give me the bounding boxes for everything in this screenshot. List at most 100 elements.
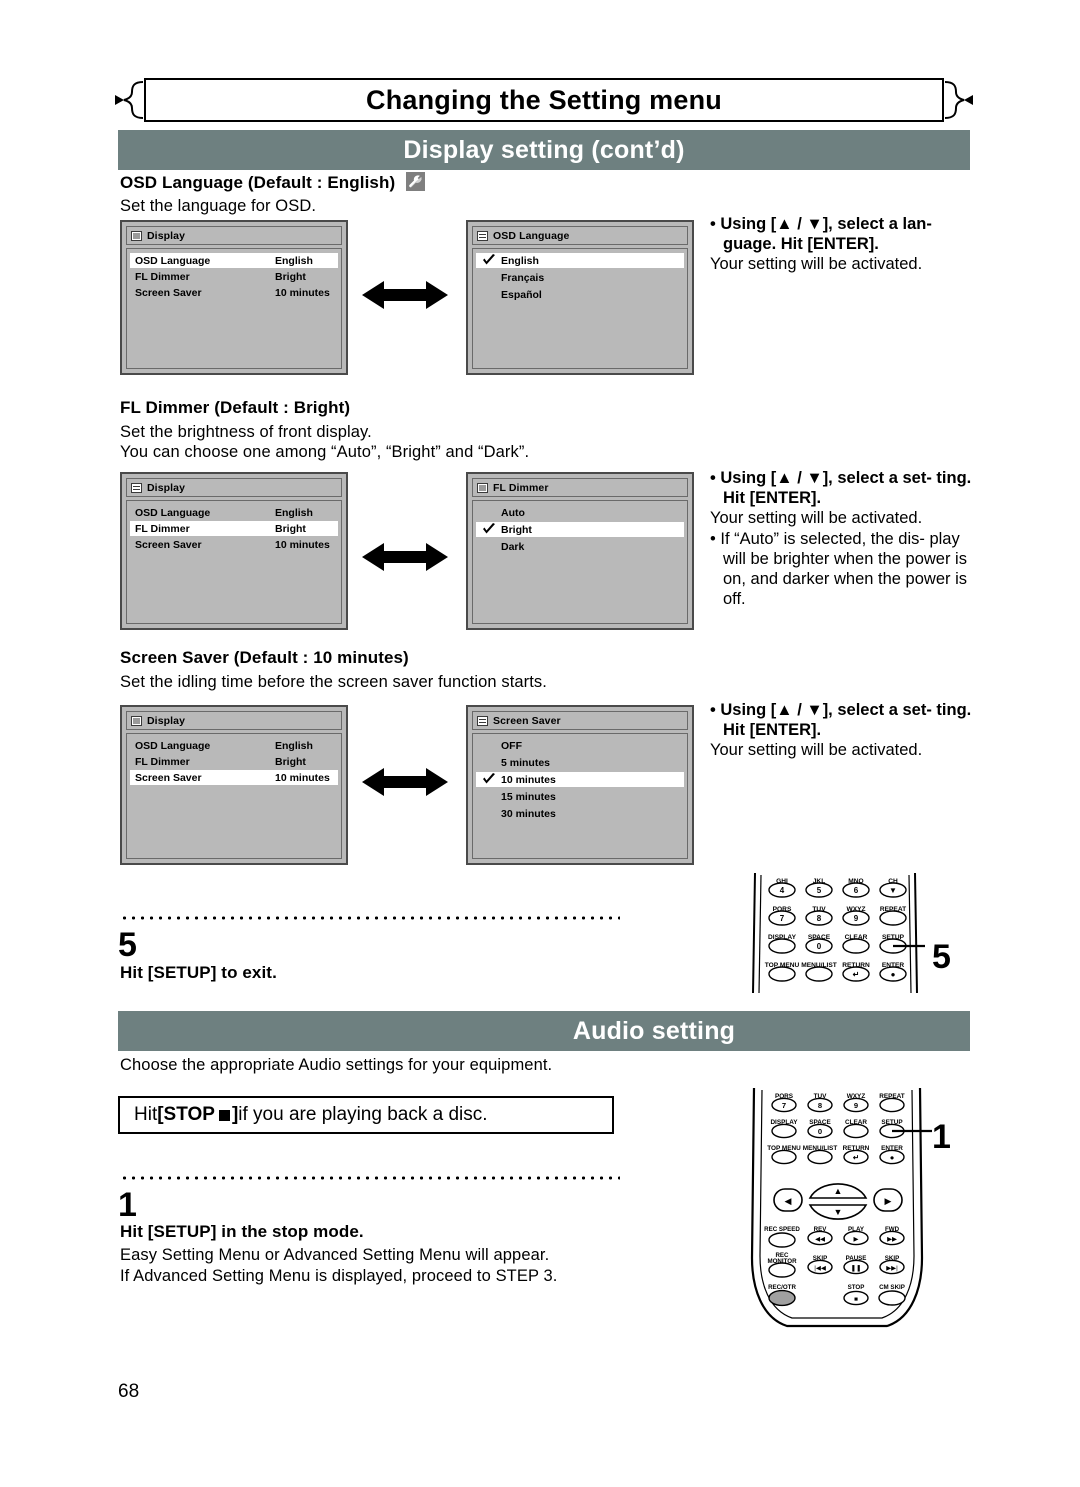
- svg-text:REC SPEED: REC SPEED: [764, 1226, 800, 1233]
- list-icon: [477, 715, 488, 726]
- double-arrow-icon-2: [362, 543, 448, 571]
- boxed-note-bold: [STOP: [157, 1104, 215, 1125]
- row-label: FL Dimmer: [135, 270, 190, 283]
- table-row[interactable]: FL Dimmer Bright: [130, 269, 338, 284]
- scroll-ornament-right-icon: [944, 81, 973, 119]
- list-item[interactable]: Français: [476, 270, 684, 285]
- list-icon: [477, 230, 488, 241]
- osd-screen-fl-dimmer: FL Dimmer Auto Bright Dark: [466, 472, 694, 630]
- row-label: Screen Saver: [135, 538, 202, 551]
- option-label: 15 minutes: [501, 790, 556, 803]
- row-label: FL Dimmer: [135, 755, 190, 768]
- table-row[interactable]: OSD Language English: [130, 505, 338, 520]
- row-value: English: [275, 739, 313, 752]
- svg-text:◀: ◀: [785, 1196, 792, 1206]
- row-value: 10 minutes: [275, 538, 330, 551]
- instruction-line: Your setting will be activated.: [710, 741, 923, 759]
- osd-screen-osd-language: OSD Language English Français Español: [466, 220, 694, 375]
- section-bar-audio-setting: Audio setting: [118, 1011, 970, 1051]
- row-label: Screen Saver: [135, 286, 202, 299]
- svg-text:◀◀: ◀◀: [815, 1236, 825, 1243]
- table-row[interactable]: Screen Saver 10 minutes: [130, 537, 338, 552]
- instructions-osd-language: • Using [▲ / ▼], select a lan- guage. Hi…: [710, 214, 978, 274]
- table-row[interactable]: Screen Saver 10 minutes: [130, 285, 338, 300]
- step-instruction-5: Hit [SETUP] to exit.: [120, 963, 277, 982]
- list-item[interactable]: 15 minutes: [476, 789, 684, 804]
- svg-text:↵: ↵: [853, 970, 860, 979]
- svg-text:❚❚: ❚❚: [851, 1265, 862, 1272]
- svg-text:■: ■: [854, 1296, 858, 1303]
- osd-title-label: Screen Saver: [493, 714, 561, 727]
- heading-screen-saver: Screen Saver (Default : 10 minutes): [120, 648, 409, 667]
- table-row[interactable]: OSD Language English: [130, 253, 338, 268]
- osd-screen-screen-saver: Screen Saver OFF 5 minutes 10 minutes 15…: [466, 705, 694, 865]
- svg-text:↵: ↵: [853, 1153, 859, 1162]
- step-number-5: 5: [118, 926, 137, 964]
- callout-step-number-1: 1: [932, 1118, 951, 1156]
- boxed-note-post: if you are playing back a disc.: [238, 1104, 488, 1125]
- option-label: Auto: [501, 506, 525, 519]
- svg-text:▶: ▶: [885, 1196, 892, 1206]
- list-item[interactable]: 30 minutes: [476, 806, 684, 821]
- list-item[interactable]: Dark: [476, 539, 684, 554]
- svg-text:8: 8: [818, 1101, 822, 1110]
- list-item[interactable]: OFF: [476, 738, 684, 753]
- step-divider-1: [120, 1176, 620, 1180]
- table-row[interactable]: Screen Saver 10 minutes: [130, 770, 338, 785]
- page-title-box: Changing the Setting menu: [144, 78, 944, 122]
- svg-text:▼: ▼: [834, 1207, 843, 1217]
- list-item[interactable]: Bright: [476, 522, 684, 537]
- description-screen-saver: Set the idling time before the screen sa…: [120, 673, 547, 691]
- svg-text:|◀◀: |◀◀: [814, 1265, 826, 1272]
- step-detail-1b: If Advanced Setting Menu is displayed, p…: [120, 1267, 558, 1285]
- table-row[interactable]: FL Dimmer Bright: [130, 521, 338, 536]
- list-item[interactable]: 10 minutes: [476, 772, 684, 787]
- stop-square-icon: [218, 1109, 230, 1121]
- heading-osd-language: OSD Language (Default : English): [120, 172, 426, 193]
- svg-text:●: ●: [890, 1153, 895, 1162]
- instructions-fl-dimmer: • Using [▲ / ▼], select a set- ting. Hit…: [710, 468, 978, 609]
- osd-body: OSD Language English FL Dimmer Bright Sc…: [126, 500, 342, 624]
- option-label: Dark: [501, 540, 525, 553]
- row-value: English: [275, 506, 313, 519]
- list-item[interactable]: 5 minutes: [476, 755, 684, 770]
- osd-screen-display-menu-3: Display OSD Language English FL Dimmer B…: [120, 705, 348, 865]
- osd-title-bar: OSD Language: [472, 226, 688, 245]
- instruction-line: • Using [▲ / ▼], select a lan- guage. Hi…: [710, 215, 932, 253]
- svg-text:5: 5: [817, 886, 822, 895]
- list-item[interactable]: Auto: [476, 505, 684, 520]
- list-item[interactable]: English: [476, 253, 684, 268]
- instruction-line: Your setting will be activated.: [710, 509, 923, 527]
- boxed-note-pre: Hit: [134, 1104, 158, 1125]
- option-label: Español: [501, 288, 542, 301]
- list-item[interactable]: Español: [476, 287, 684, 302]
- window-icon: [477, 482, 488, 493]
- heading-osd-language-text: OSD Language (Default : English): [120, 173, 396, 192]
- page-title: Changing the Setting menu: [366, 84, 722, 115]
- boxed-note-stop: Hit [STOP ] if you are playing back a di…: [118, 1096, 614, 1134]
- svg-text:CM SKIP: CM SKIP: [879, 1284, 905, 1291]
- option-label: Bright: [501, 523, 532, 536]
- osd-body: English Français Español: [472, 248, 688, 369]
- osd-title-label: FL Dimmer: [493, 481, 549, 494]
- svg-text:4: 4: [780, 886, 785, 895]
- osd-body: OFF 5 minutes 10 minutes 15 minutes 30 m…: [472, 733, 688, 859]
- window-icon: [131, 715, 142, 726]
- osd-title-bar: Screen Saver: [472, 711, 688, 730]
- row-label: OSD Language: [135, 506, 211, 519]
- scroll-ornament-left-icon: [115, 81, 144, 119]
- option-label: Français: [501, 271, 545, 284]
- check-icon: [483, 773, 495, 784]
- remote-illustration-top: GHI JKL MNO CH PQRS TUV WXYZ REPEAT DISPLAY SPA…: [752, 873, 925, 993]
- row-label: OSD Language: [135, 739, 211, 752]
- svg-text:0: 0: [818, 1127, 822, 1136]
- check-icon: [483, 523, 495, 534]
- remote-illustration-bottom: PQRS TUV WXYZ REPEAT DISPLAY SPACE CLEAR SETUP…: [750, 1088, 932, 1328]
- table-row[interactable]: FL Dimmer Bright: [130, 754, 338, 769]
- instruction-line: • Using [▲ / ▼], select a set- ting. Hit…: [710, 701, 972, 739]
- table-row[interactable]: OSD Language English: [130, 738, 338, 753]
- row-value: Bright: [275, 755, 306, 768]
- svg-text:0: 0: [817, 942, 822, 951]
- svg-text:6: 6: [854, 886, 859, 895]
- check-icon: [483, 254, 495, 265]
